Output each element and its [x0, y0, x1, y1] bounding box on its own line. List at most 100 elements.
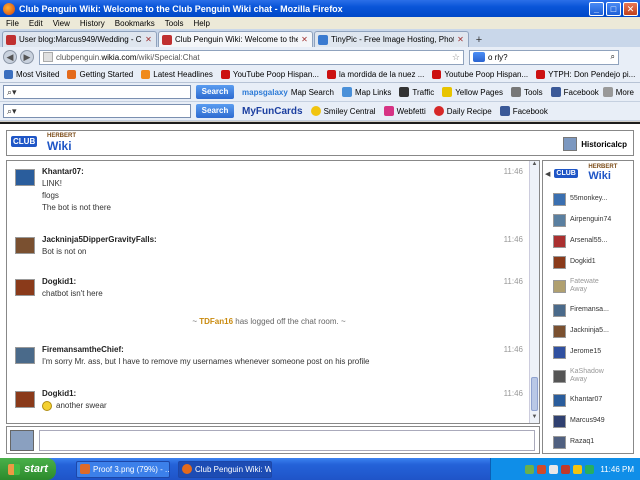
tab-tinypic[interactable]: TinyPic - Free Image Hosting, Photo Shar… [314, 31, 469, 47]
toolbar2-search-button[interactable]: Search [196, 104, 234, 118]
user-list-item[interactable]: Khantar07 [553, 392, 633, 408]
messenger-icon[interactable] [585, 464, 595, 474]
user-list-item-away[interactable]: Fatewate Away [553, 277, 633, 295]
forward-button[interactable]: ▶ [20, 50, 34, 64]
toolbar-search-input[interactable]: ⌕▾ [3, 85, 191, 99]
user-list-item[interactable]: Jackninja5... [553, 323, 633, 339]
user-list-item[interactable]: Marcus949 [553, 413, 633, 429]
user-list-item[interactable]: 55monkey... [553, 191, 633, 207]
update-icon[interactable] [573, 464, 583, 474]
message-username[interactable]: FiremansamtheChief: [42, 345, 124, 354]
mapsgalaxy-logo[interactable]: mapsgalaxy [242, 88, 288, 97]
tab-wedding-blog[interactable]: User blog:Marcus949/Wedding - Club Pe...… [2, 31, 157, 47]
facebook-link-2[interactable]: Facebook [499, 106, 548, 116]
taskbar-item-paint[interactable]: Proof 3.png (79%) - ... [76, 460, 170, 478]
site-identity-icon[interactable] [43, 52, 53, 62]
wiki-logo: CLUB HERBERT Wiki [554, 164, 618, 182]
tab-close-icon[interactable]: ✕ [300, 35, 309, 44]
collapse-arrow-icon[interactable]: ◀ [545, 170, 550, 178]
bookmark-most-visited[interactable]: Most Visited [4, 70, 59, 79]
bookmark-latest-headlines[interactable]: Latest Headlines [141, 70, 213, 79]
daily-recipe-link[interactable]: Daily Recipe [433, 106, 492, 116]
new-tab-button[interactable]: + [472, 33, 486, 47]
bookmark-youtube-4[interactable]: YTPH: Don Pendejo pi... [536, 70, 635, 79]
message-username[interactable]: Khantar07: [42, 167, 84, 176]
toolbar-search-button[interactable]: Search [196, 85, 234, 99]
webfetti-link[interactable]: Webfetti [383, 106, 426, 116]
more-menu[interactable]: More [602, 87, 634, 97]
scroll-down-icon[interactable]: ▼ [530, 414, 539, 423]
bookmark-youtube-1[interactable]: YouTube Poop Hispan... [220, 70, 319, 79]
chat-scrollbar[interactable]: ▲ ▼ [529, 161, 539, 423]
tab-label: TinyPic - Free Image Hosting, Photo Shar… [331, 35, 454, 44]
wiki-logo[interactable]: CLUB HERBERT Wiki [11, 133, 85, 153]
antivirus-icon[interactable] [561, 464, 571, 474]
taskbar-item-firefox[interactable]: Club Penguin Wiki: W... [178, 460, 272, 478]
maximize-button[interactable]: □ [606, 1, 621, 16]
chat-message-input[interactable] [39, 430, 535, 451]
user-list-item-away[interactable]: KaShadow Away [553, 367, 633, 385]
message-text: another swear [42, 401, 107, 411]
menu-history[interactable]: History [80, 19, 105, 28]
smiley-central-link[interactable]: Smiley Central [310, 106, 376, 116]
chat-input-row [6, 426, 540, 454]
taskbar: start Proof 3.png (79%) - ... Club Pengu… [0, 458, 640, 480]
bookmark-youtube-2[interactable]: la mordida de la nuez ... [326, 70, 424, 79]
youtube-icon [432, 70, 442, 79]
user-list-item[interactable]: Arsenal55... [553, 233, 633, 249]
tools-icon [602, 87, 613, 97]
search-icon[interactable]: ⌕ [611, 52, 615, 62]
current-user[interactable]: Historicalcp [563, 137, 627, 151]
network-icon[interactable] [525, 464, 535, 474]
message-username[interactable]: Jackninja5DipperGravityFalls: [42, 235, 157, 244]
system-message-user[interactable]: TDFan16 [199, 317, 233, 326]
traffic-link[interactable]: Traffic [399, 87, 434, 97]
message-username[interactable]: Dogkid1: [42, 389, 76, 398]
bookmark-star-icon[interactable]: ☆ [452, 52, 460, 63]
user-list-item[interactable]: Firemansa... [553, 302, 633, 318]
firefox-icon [3, 2, 15, 15]
myfuncards-logo[interactable]: MyFunCards [242, 106, 303, 117]
tab-chat[interactable]: Club Penguin Wiki: Welcome to the Club .… [158, 31, 313, 47]
map-search-link[interactable]: Map Search [291, 88, 334, 97]
menu-edit[interactable]: Edit [29, 19, 43, 28]
toolbar2-search-input[interactable]: ⌕▾ [3, 104, 191, 118]
security-icon[interactable] [537, 464, 547, 474]
menu-bookmarks[interactable]: Bookmarks [115, 19, 155, 28]
bookmark-getting-started[interactable]: Getting Started [67, 70, 133, 79]
start-button[interactable]: start [0, 458, 56, 480]
avatar [15, 169, 35, 186]
scrollbar-thumb[interactable] [531, 377, 538, 411]
search-engine-icon[interactable] [473, 52, 485, 62]
search-input[interactable]: o rly? [488, 53, 611, 62]
tab-close-icon[interactable]: ✕ [144, 35, 153, 44]
menu-tools[interactable]: Tools [165, 19, 184, 28]
menu-file[interactable]: File [6, 19, 19, 28]
search-bar[interactable]: o rly? ⌕ [469, 49, 619, 65]
tray-icons[interactable] [522, 464, 595, 474]
menu-help[interactable]: Help [193, 19, 209, 28]
back-button[interactable]: ◀ [3, 50, 17, 64]
url-bar[interactable]: clubpenguin.wikia.com/wiki/Special:Chat … [39, 49, 464, 65]
user-list-item[interactable]: Razaq1 [553, 434, 633, 450]
tools-link[interactable]: Tools [510, 87, 543, 97]
menu-view[interactable]: View [53, 19, 70, 28]
user-list-header[interactable]: ◀ CLUB HERBERT Wiki [543, 163, 633, 185]
bookmark-youtube-3[interactable]: Youtube Poop Hispan... [432, 70, 528, 79]
close-button[interactable]: ✕ [623, 1, 638, 16]
minimize-button[interactable]: _ [589, 1, 604, 16]
volume-icon[interactable] [549, 464, 559, 474]
message-username[interactable]: Dogkid1: [42, 277, 76, 286]
scroll-up-icon[interactable]: ▲ [530, 161, 539, 170]
bookmarks-bar: Most Visited Getting Started Latest Head… [0, 67, 640, 83]
map-links-link[interactable]: Map Links [341, 87, 391, 97]
firefox-icon [67, 70, 77, 79]
wiki-icon [6, 34, 16, 45]
yellow-pages-link[interactable]: Yellow Pages [442, 87, 503, 97]
tab-close-icon[interactable]: ✕ [456, 35, 465, 44]
user-list-item[interactable]: Airpenguin74 [553, 212, 633, 228]
user-list-item[interactable]: Dogkid1 [553, 254, 633, 270]
facebook-link[interactable]: Facebook [550, 87, 599, 97]
traffic-icon [399, 87, 410, 97]
user-list-item[interactable]: Jerome15 [553, 344, 633, 360]
